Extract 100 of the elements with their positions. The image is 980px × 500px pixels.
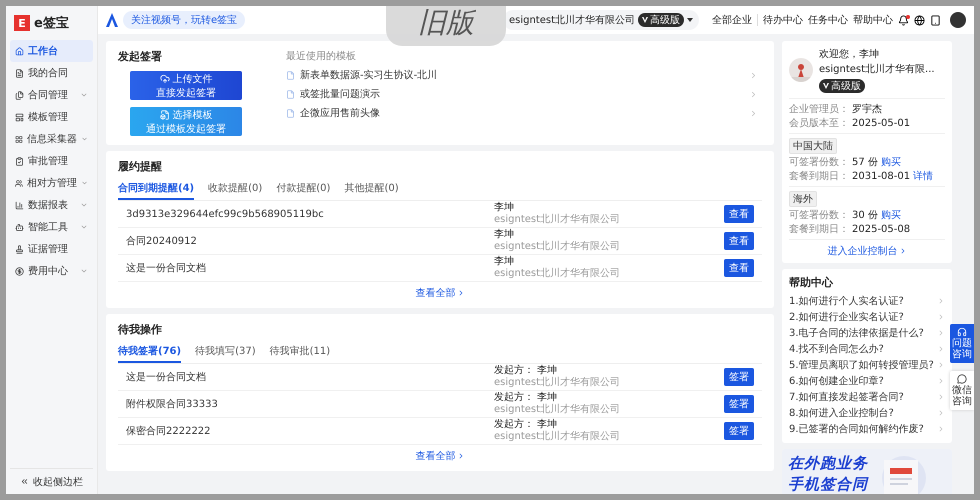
template-item[interactable]: 或签批量问题演示	[286, 87, 762, 101]
double-chevron-icon	[20, 477, 29, 486]
template-item[interactable]: 企微应用售前头像	[286, 106, 762, 120]
bell-icon[interactable]	[898, 14, 909, 26]
nav-link[interactable]: 任务中心	[808, 13, 848, 27]
chevron-down-icon	[80, 267, 88, 275]
avatar[interactable]	[950, 12, 966, 28]
info-link[interactable]: 购买	[880, 208, 901, 222]
banner-text: 在外跑业务	[788, 454, 868, 473]
info-value: 罗宇杰	[852, 102, 882, 116]
nav-link[interactable]: 待办中心	[763, 13, 803, 27]
start-sign-button[interactable]: 上传文件 直接发起签署	[130, 71, 242, 100]
nav-link[interactable]: 全部企业	[712, 13, 752, 27]
company-name: esigntest北川才华有限公司	[494, 214, 622, 226]
tab[interactable]: 合同到期提醒(4)	[118, 181, 194, 200]
person-name: 李坤	[494, 256, 515, 268]
help-item[interactable]: 2.如何进行企业实名认证?	[789, 309, 945, 325]
info-link[interactable]: 详情	[913, 169, 934, 183]
info-label: 企业管理员：	[789, 102, 849, 116]
info-value: 57 份	[852, 156, 878, 169]
contract-name: 合同20240912	[126, 235, 198, 248]
caret-icon	[687, 18, 693, 22]
tab[interactable]: 收款提醒(0)	[208, 181, 262, 200]
tab[interactable]: 其他提醒(0)	[344, 181, 399, 200]
logo-text: e签宝	[34, 14, 69, 32]
region-tag: 海外	[789, 191, 817, 207]
view-button[interactable]: 查看	[724, 232, 754, 250]
tab[interactable]: 待我签署(76)	[118, 344, 182, 363]
card-title: 履约提醒	[118, 159, 163, 174]
info-link[interactable]: 购买	[880, 155, 901, 169]
chevron-down-icon	[80, 135, 88, 143]
chevron-down-icon	[80, 201, 88, 209]
info-label: 可签署份数：	[789, 208, 849, 222]
tablet-icon[interactable]	[930, 14, 941, 26]
sidebar-item[interactable]: 工作台	[10, 40, 93, 62]
headset-icon	[957, 327, 967, 337]
section-label: 最近使用的模板	[286, 50, 357, 63]
consult-button[interactable]: 微信咨询	[950, 371, 974, 410]
view-button[interactable]: 查看	[724, 259, 754, 277]
template-item[interactable]: 新表单数据源-实习生协议-北川	[286, 68, 762, 82]
welcome-text: 欢迎您，李坤	[819, 48, 880, 61]
help-item[interactable]: 1.如何进行个人实名认证?	[789, 293, 945, 309]
contract-name: 这是一份合同文档	[126, 370, 207, 384]
document-icon	[15, 68, 24, 78]
nav-link[interactable]: 帮助中心	[853, 13, 893, 27]
promo-banner[interactable]: 在外跑业务 手机签合同	[782, 449, 952, 494]
sign-button[interactable]: 签署	[724, 368, 754, 386]
sidebar-item[interactable]: 合同管理	[10, 84, 93, 106]
help-item[interactable]: 5.管理员离职了如何转授管理员?	[789, 357, 945, 373]
sidebar-item[interactable]: 相对方管理	[10, 172, 93, 194]
help-item[interactable]: 4.找不到合同怎么办?	[789, 341, 945, 357]
info-label: 套餐到期日：	[789, 222, 849, 236]
cloud-upload-icon	[160, 74, 170, 84]
company-name: esigntest北川才华有限公司	[494, 431, 622, 443]
company-name: esigntest北川才华有限公司	[494, 404, 622, 416]
document-icon	[286, 108, 295, 118]
sign-button[interactable]: 签署	[724, 395, 754, 413]
person-name: 李坤	[494, 202, 515, 214]
chevron-right-icon	[749, 108, 758, 118]
sidebar-item[interactable]: 审批管理	[10, 150, 93, 172]
help-item[interactable]: 7.如何直接发起签署合同?	[789, 389, 945, 405]
view-button[interactable]: 查看	[724, 205, 754, 223]
clipboard-icon	[15, 156, 24, 166]
tab[interactable]: 待我填写(37)	[195, 344, 256, 363]
globe-icon[interactable]	[914, 14, 925, 26]
help-item[interactable]: 9.已签署的合同如何解约作废?	[789, 421, 945, 437]
tab[interactable]: 待我审批(11)	[270, 344, 330, 363]
info-label: 可签署份数：	[789, 156, 849, 169]
collapse-sidebar-button[interactable]: 收起侧边栏	[10, 468, 93, 494]
promo-link[interactable]: 关注视频号，玩转e签宝	[123, 11, 246, 29]
initiator-text: 发起方： 李坤	[494, 365, 558, 376]
company-name: esigntest北川才华有限公司	[494, 241, 622, 253]
help-item[interactable]: 8.如何进入企业控制台?	[789, 405, 945, 421]
info-value: 2025-05-08	[852, 224, 910, 234]
sign-button[interactable]: 签署	[724, 422, 754, 440]
sidebar-item[interactable]: 模板管理	[10, 106, 93, 128]
sidebar-item[interactable]: 我的合同	[10, 62, 93, 84]
info-value: 2031-08-01	[852, 170, 910, 182]
banner-text: 手机签合同	[788, 475, 868, 494]
card-title: 待我操作	[118, 322, 163, 337]
chevron-down-icon	[80, 91, 88, 99]
sidebar-item[interactable]: 智能工具	[10, 216, 93, 238]
sidebar-item[interactable]: 证据管理	[10, 238, 93, 260]
card-title: 帮助中心	[789, 275, 834, 290]
info-value: 2025-05-01	[852, 118, 910, 128]
sidebar-item[interactable]: 信息采集器	[10, 128, 93, 150]
sidebar-item[interactable]: 费用中心	[10, 260, 93, 282]
console-link[interactable]: 进入企业控制台	[789, 240, 945, 258]
info-value: 30 份	[852, 209, 878, 222]
help-item[interactable]: 3.电子合同的法律依据是什么?	[789, 325, 945, 341]
tab[interactable]: 付款提醒(0)	[276, 181, 330, 200]
view-all-link[interactable]: 查看全部	[416, 286, 464, 300]
consult-button[interactable]: 问题咨询	[950, 324, 974, 363]
help-item[interactable]: 6.如何创建企业印章?	[789, 373, 945, 389]
contract-name: 附件权限合同33333	[126, 398, 219, 411]
sidebar-item[interactable]: 数据报表	[10, 194, 93, 216]
users-icon	[15, 178, 23, 188]
view-all-link[interactable]: 查看全部	[416, 449, 464, 463]
region-tag: 中国大陆	[789, 138, 837, 154]
document-icon	[286, 90, 295, 98]
